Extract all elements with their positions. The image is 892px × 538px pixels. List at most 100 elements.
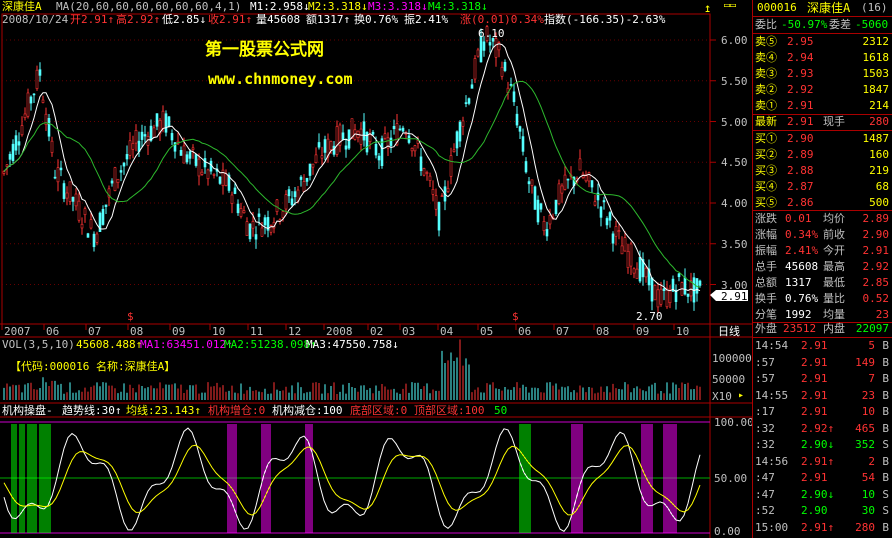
x-axis-tick: 08 [596, 325, 610, 338]
tick-side: B [882, 520, 889, 534]
tick-row[interactable]: :57 2.91 7 B [753, 371, 892, 387]
stat-label: 最低 [823, 276, 845, 289]
tick-row[interactable]: 14:54 2.91 5 B [753, 338, 892, 354]
tick-side: S [882, 504, 889, 517]
last-price: 2.91 [787, 115, 814, 128]
bids-price: 2.90 [787, 132, 814, 145]
bids-label: 买④ [755, 180, 777, 193]
tick-time: :57 [755, 372, 775, 385]
asks-row[interactable]: 卖① 2.91 214 [753, 98, 892, 114]
outer-value: 23512 [783, 322, 817, 335]
x-axis-tick: 10 [676, 325, 690, 338]
bids-row[interactable]: 买③ 2.88 219 [753, 163, 892, 179]
x-axis-tick: 11 [250, 325, 264, 338]
asks-label: 卖② [755, 83, 777, 96]
x-axis-tick: 07 [88, 325, 102, 338]
volume-value: 量45608 [256, 13, 301, 26]
scroll-arrow-icon[interactable]: ▸ [738, 390, 744, 401]
tick-price: 2.91 [801, 471, 828, 484]
watermark-title: 第一股票公式网 [205, 40, 324, 60]
indicator-bottom: 底部区域:0 [350, 404, 408, 417]
asks-price: 2.91 [787, 99, 814, 112]
chart-canvas[interactable] [0, 0, 752, 538]
bids-volume: 219 [869, 164, 889, 177]
stat-value: 2.89 [862, 212, 890, 225]
stat-label: 涨跌 [755, 212, 777, 225]
wei-cha-value: -5060 [855, 18, 889, 31]
tick-row[interactable]: :17 2.91 10 B [753, 404, 892, 420]
hand-label: 现手 [823, 115, 845, 128]
vol-axis-mid: 50000 [712, 373, 746, 386]
tick-row[interactable]: :32 2.90↓ 352 S [753, 437, 892, 453]
tick-row[interactable]: :52 2.90 30 S [753, 503, 892, 519]
window-controls-icon[interactable]: ▭▭ [724, 0, 748, 12]
asks-row[interactable]: 卖③ 2.93 1503 [753, 66, 892, 82]
indicator-add: 机构增仓:0 [208, 404, 266, 417]
x-axis-tick: 09 [636, 325, 650, 338]
stat-label: 涨幅 [755, 228, 777, 241]
bids-row[interactable]: 买④ 2.87 68 [753, 179, 892, 195]
asks-volume: 1618 [862, 51, 890, 64]
tick-volume: 7 [868, 372, 875, 385]
tick-volume: 10 [861, 487, 875, 501]
tick-price: 2.91↑ [801, 454, 835, 468]
tick-time: :47 [755, 487, 775, 501]
tick-volume: 465 [855, 421, 875, 435]
stat-value: 2.85 [862, 276, 890, 289]
stat-label: 总手 [755, 260, 777, 273]
tick-side: S [882, 438, 889, 451]
tick-row[interactable]: :47 2.91 54 B [753, 470, 892, 486]
turnover-value: 换0.76% [354, 13, 399, 26]
bids-volume: 1487 [862, 132, 890, 145]
ind-axis-50: 50.00 [714, 472, 748, 485]
tick-row[interactable]: :57 2.91 149 B [753, 355, 892, 371]
tick-time: :17 [755, 405, 775, 418]
inner-value: 22097 [855, 322, 889, 335]
x-axis-tick: 09 [172, 325, 186, 338]
date-label: 2008/10/24 [2, 13, 69, 26]
tick-side: B [882, 454, 889, 468]
tick-side: B [882, 339, 889, 352]
bids-label: 买② [755, 148, 777, 161]
watermark-url: www.chnmoney.com [208, 70, 353, 88]
tick-row[interactable]: :47 2.90↓ 10 S [753, 487, 892, 503]
m2-value: M2:3.318↓ [308, 0, 368, 13]
bids-row[interactable]: 买① 2.90 1487 [753, 131, 892, 147]
stat-value: 2.92 [862, 260, 890, 273]
bids-row[interactable]: 买⑤ 2.86 500 [753, 195, 892, 211]
low-value: 低2.85↓ [162, 13, 207, 26]
tick-row[interactable]: 14:56 2.91↑ 2 B [753, 454, 892, 470]
bids-label: 买⑤ [755, 196, 777, 209]
tick-side: B [882, 405, 889, 418]
stat-label: 前收 [823, 228, 845, 241]
open-value: 开2.91↑ [70, 13, 115, 26]
asks-label: 卖④ [755, 51, 777, 64]
stat-value: 0.34% [785, 228, 819, 241]
stat-label: 最高 [823, 260, 845, 273]
period-label[interactable]: 日线 [718, 325, 740, 338]
asks-price: 2.95 [787, 35, 814, 48]
tick-price: 2.91 [801, 388, 828, 402]
tick-side: B [882, 388, 889, 402]
vol-multiplier: X10 [712, 390, 732, 403]
m4-value: M4:3.318↓ [428, 0, 488, 13]
vol-value: 45608.488↑ [76, 338, 143, 351]
bids-row[interactable]: 买② 2.89 160 [753, 147, 892, 163]
tick-volume: 30 [861, 504, 875, 517]
stat-label: 总额 [755, 276, 777, 289]
asks-row[interactable]: 卖④ 2.94 1618 [753, 50, 892, 66]
vol-ma3: MA3:47550.758↓ [306, 338, 399, 351]
x-axis-tick: 2008 [326, 325, 353, 338]
tick-row[interactable]: 15:00 2.91↑ 280 B [753, 520, 892, 536]
asks-price: 2.94 [787, 51, 814, 64]
tick-row[interactable]: 14:55 2.91 23 B [753, 388, 892, 404]
tick-price: 2.91↑ [801, 520, 835, 534]
wei-bi-label: 委比 [755, 18, 777, 31]
tick-volume: 2 [868, 454, 875, 468]
asks-row[interactable]: 卖⑤ 2.95 2312 [753, 34, 892, 50]
tick-time: 14:54 [755, 339, 789, 352]
bids-volume: 160 [869, 148, 889, 161]
pin-icon[interactable]: ↥ [704, 1, 711, 15]
tick-row[interactable]: :32 2.92↑ 465 B [753, 421, 892, 437]
asks-row[interactable]: 卖② 2.92 1847 [753, 82, 892, 98]
